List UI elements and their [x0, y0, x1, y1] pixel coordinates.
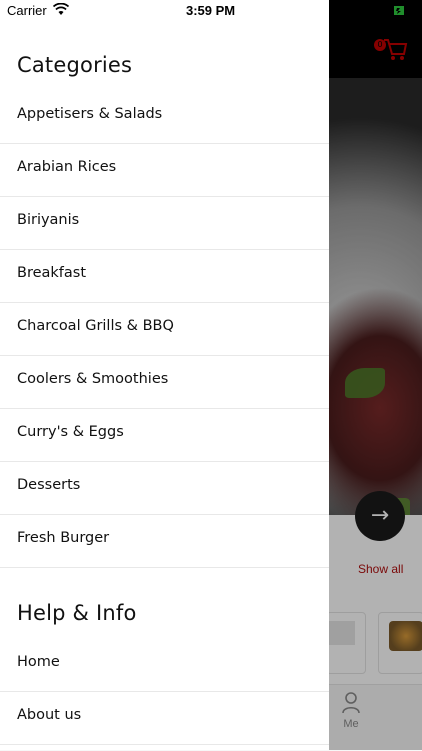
category-item-breakfast[interactable]: Breakfast [0, 250, 329, 303]
help-item-home[interactable]: Home [0, 639, 329, 692]
category-item-fresh-burger[interactable]: Fresh Burger [0, 515, 329, 568]
side-drawer: Categories Appetisers & Salads Arabian R… [0, 0, 329, 750]
category-item-currys-eggs[interactable]: Curry's & Eggs [0, 409, 329, 462]
category-item-appetisers-salads[interactable]: Appetisers & Salads [0, 91, 329, 144]
help-label: Home [17, 654, 60, 670]
status-bar: Carrier 3:59 PM [0, 0, 422, 22]
category-label: Appetisers & Salads [17, 106, 163, 122]
help-list: Home About us [0, 639, 329, 745]
category-label: Arabian Rices [17, 159, 117, 175]
categories-list: Appetisers & Salads Arabian Rices Biriya… [0, 91, 329, 568]
wifi-icon [53, 3, 69, 15]
category-item-desserts[interactable]: Desserts [0, 462, 329, 515]
category-label: Breakfast [17, 265, 87, 281]
status-time: 3:59 PM [186, 3, 236, 18]
help-info-heading: Help & Info [17, 601, 137, 625]
category-label: Desserts [17, 477, 81, 493]
category-item-arabian-rices[interactable]: Arabian Rices [0, 144, 329, 197]
category-label: Biriyanis [17, 212, 80, 228]
category-label: Coolers & Smoothies [17, 371, 169, 387]
category-item-biriyanis[interactable]: Biriyanis [0, 197, 329, 250]
category-item-coolers-smoothies[interactable]: Coolers & Smoothies [0, 356, 329, 409]
category-label: Charcoal Grills & BBQ [17, 318, 174, 334]
carrier-label: Carrier [7, 3, 47, 18]
category-label: Fresh Burger [17, 530, 110, 546]
categories-heading: Categories [17, 53, 133, 77]
category-label: Curry's & Eggs [17, 424, 124, 440]
help-label: About us [17, 707, 82, 723]
help-item-about-us[interactable]: About us [0, 692, 329, 745]
category-item-charcoal-grills-bbq[interactable]: Charcoal Grills & BBQ [0, 303, 329, 356]
